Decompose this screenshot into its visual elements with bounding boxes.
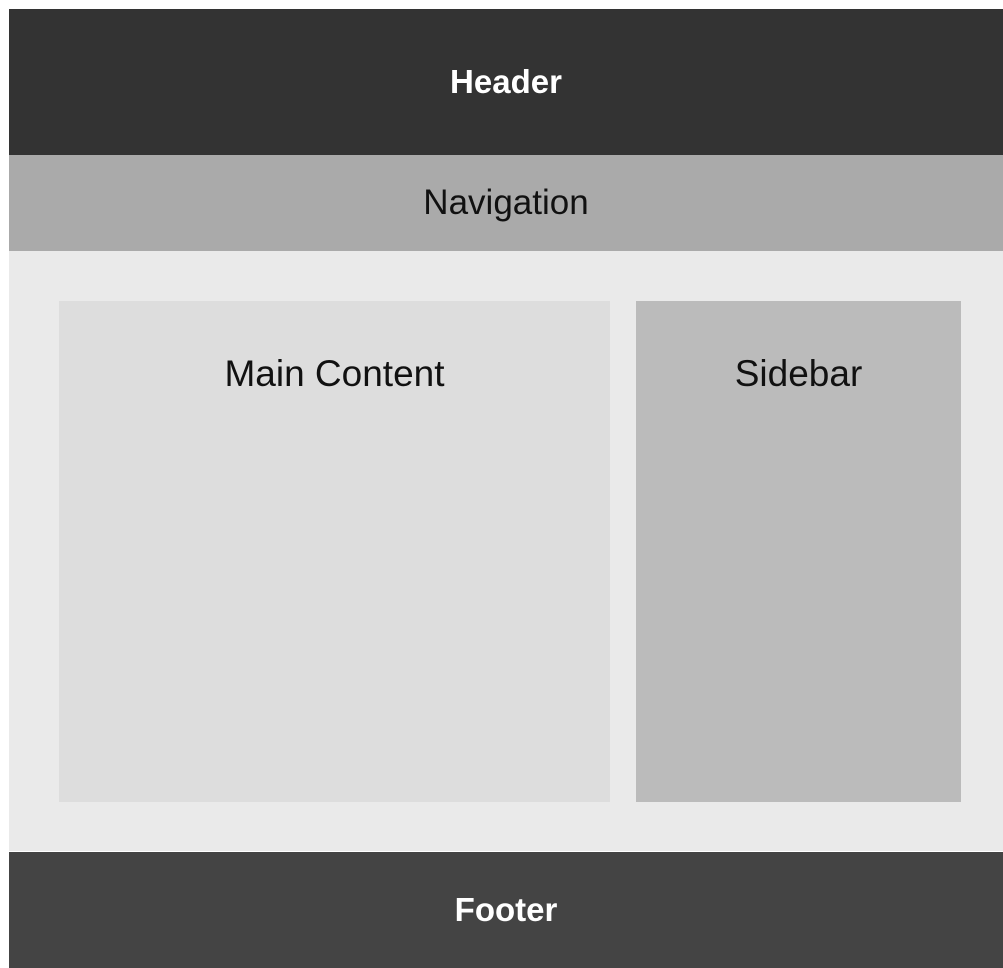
sidebar-block: Sidebar [636, 301, 961, 802]
main-content-label: Main Content [224, 353, 445, 394]
footer-block: Footer [9, 852, 1003, 968]
page-layout-diagram: Header Navigation Main Content Sidebar F… [9, 9, 1003, 968]
navigation-block: Navigation [9, 155, 1003, 251]
sidebar-label: Sidebar [734, 353, 863, 394]
content-area: Main Content Sidebar [9, 251, 1003, 851]
main-content-block: Main Content [59, 301, 610, 802]
navigation-label: Navigation [423, 183, 589, 222]
header-label: Header [450, 63, 562, 100]
header-block: Header [9, 9, 1003, 155]
footer-label: Footer [454, 891, 558, 928]
